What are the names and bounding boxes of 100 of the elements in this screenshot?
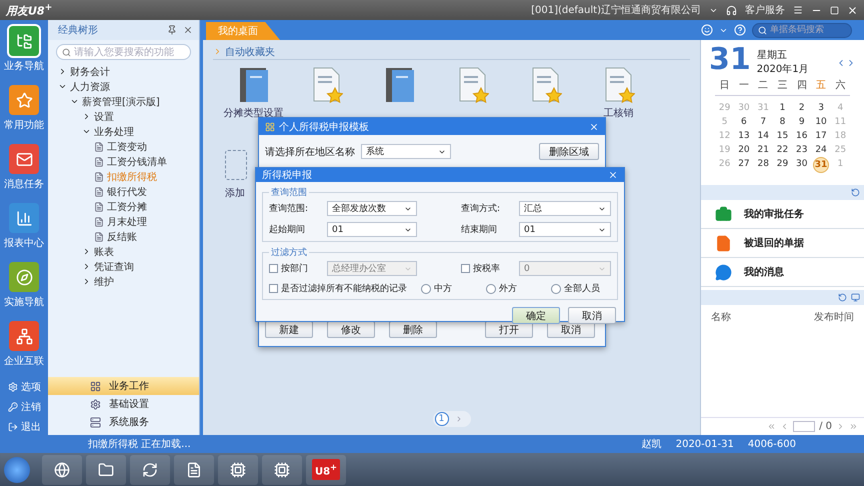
radio-label[interactable]: 中方 bbox=[434, 282, 452, 295]
task-link[interactable]: 我的审批任务 bbox=[744, 207, 804, 221]
taskbar-button[interactable] bbox=[130, 454, 170, 484]
refresh-icon[interactable] bbox=[838, 293, 847, 302]
close-icon[interactable] bbox=[608, 170, 618, 180]
dialog-button[interactable]: 删除 bbox=[389, 321, 437, 338]
tree-item[interactable]: 设置 bbox=[94, 110, 114, 124]
refresh-icon[interactable] bbox=[851, 188, 860, 197]
tree-item[interactable]: 月末处理 bbox=[107, 214, 147, 228]
ok-button[interactable]: 确定 bbox=[512, 307, 560, 324]
tree-item[interactable]: 工资变动 bbox=[107, 140, 147, 154]
tree-item[interactable]: 人力资源 bbox=[70, 80, 110, 94]
add-label[interactable]: 添加 bbox=[225, 186, 245, 200]
delete-region-button[interactable]: 删除区域 bbox=[539, 143, 599, 160]
report-icon[interactable] bbox=[9, 203, 39, 233]
tree-item[interactable]: 工资分摊 bbox=[107, 200, 147, 214]
calendar-date[interactable]: 15 bbox=[774, 129, 790, 142]
calendar-date[interactable]: 30 bbox=[794, 157, 810, 170]
search-field[interactable]: 请输入您要搜索的功能 bbox=[56, 44, 191, 60]
pin-icon[interactable] bbox=[167, 25, 177, 35]
calendar-date[interactable]: 22 bbox=[774, 143, 790, 156]
help-icon[interactable] bbox=[734, 24, 746, 36]
start-button[interactable] bbox=[4, 456, 30, 482]
dialog-button[interactable]: 新建 bbox=[265, 321, 313, 338]
calendar-date[interactable]: 16 bbox=[794, 129, 810, 142]
query-select[interactable]: 01 bbox=[519, 222, 611, 237]
compass-icon[interactable] bbox=[9, 262, 39, 292]
query-select[interactable]: 全部发放次数 bbox=[327, 201, 417, 216]
chevron-right-icon[interactable] bbox=[82, 262, 91, 271]
calendar-date[interactable]: 20 bbox=[736, 143, 752, 156]
shortcut-label[interactable]: 工核销 bbox=[604, 106, 634, 120]
tree-item[interactable]: 业务处理 bbox=[94, 124, 134, 138]
book-icon[interactable] bbox=[384, 66, 416, 104]
network-icon[interactable] bbox=[9, 321, 39, 351]
page-dot[interactable]: 1 bbox=[434, 412, 448, 426]
nav-link[interactable]: 注销 bbox=[21, 400, 41, 414]
book-icon[interactable] bbox=[238, 66, 270, 104]
calendar-date[interactable]: 10 bbox=[813, 115, 830, 128]
calendar-date[interactable]: 8 bbox=[774, 115, 790, 128]
module-tab[interactable]: 系统服务 bbox=[48, 413, 199, 431]
radio-button[interactable] bbox=[486, 284, 496, 294]
taskbar-button[interactable] bbox=[218, 454, 258, 484]
calendar-date[interactable]: 13 bbox=[736, 129, 752, 142]
monitor-icon[interactable] bbox=[851, 293, 860, 302]
nav-link[interactable]: 退出 bbox=[21, 420, 41, 434]
radio-label[interactable]: 外方 bbox=[499, 282, 517, 295]
calendar-date[interactable]: 7 bbox=[755, 115, 772, 128]
nav-label[interactable]: 实施导航 bbox=[4, 295, 44, 309]
document-star-icon[interactable] bbox=[530, 66, 562, 104]
close-icon[interactable] bbox=[847, 4, 858, 16]
calendar-date[interactable]: 17 bbox=[813, 129, 830, 142]
document-star-icon[interactable] bbox=[310, 66, 342, 104]
query-select[interactable]: 01 bbox=[327, 222, 417, 237]
restore-icon[interactable] bbox=[830, 6, 839, 14]
nav-label[interactable]: 业务导航 bbox=[4, 59, 44, 73]
folder-tree-icon[interactable] bbox=[9, 26, 39, 56]
close-icon[interactable] bbox=[589, 122, 599, 132]
dialog-button[interactable]: 修改 bbox=[327, 321, 375, 338]
tree-item[interactable]: 银行代发 bbox=[107, 184, 147, 198]
task-link[interactable]: 被退回的单据 bbox=[744, 236, 804, 250]
document-star-icon[interactable] bbox=[602, 66, 634, 104]
calendar-date[interactable]: 2 bbox=[794, 101, 810, 114]
nav-link[interactable]: 选项 bbox=[21, 380, 41, 394]
radio-button[interactable] bbox=[421, 284, 431, 294]
chevron-down-icon[interactable] bbox=[70, 97, 79, 106]
calendar-date[interactable]: 28 bbox=[755, 157, 772, 170]
first-page-icon[interactable] bbox=[767, 422, 776, 431]
radio-button[interactable] bbox=[551, 284, 561, 294]
mail-icon[interactable] bbox=[9, 144, 39, 174]
checkbox-label[interactable]: 是否过滤掉所有不能纳税的记录 bbox=[281, 282, 407, 295]
task-link[interactable]: 我的消息 bbox=[744, 265, 784, 279]
module-tab[interactable]: 基础设置 bbox=[48, 395, 199, 413]
chevron-down-icon[interactable] bbox=[58, 82, 67, 91]
key-icon[interactable] bbox=[8, 402, 18, 412]
customer-service-link[interactable]: 客户服务 bbox=[745, 3, 785, 17]
tree-item[interactable]: 反结账 bbox=[107, 230, 137, 244]
calendar-date[interactable]: 6 bbox=[736, 115, 752, 128]
chevron-right-icon[interactable] bbox=[58, 67, 67, 76]
calendar-date[interactable]: 3 bbox=[813, 101, 830, 114]
taskbar-button[interactable] bbox=[262, 454, 302, 484]
headset-icon[interactable] bbox=[726, 4, 737, 16]
region-select[interactable]: 系统 bbox=[361, 144, 451, 159]
radio-label[interactable]: 全部人员 bbox=[564, 282, 600, 295]
taskbar-button[interactable] bbox=[174, 454, 214, 484]
nav-label[interactable]: 常用功能 bbox=[4, 118, 44, 132]
chevron-down-icon[interactable] bbox=[82, 127, 91, 136]
chevron-right-icon[interactable] bbox=[82, 277, 91, 286]
document-star-icon[interactable] bbox=[456, 66, 488, 104]
taskbar-button[interactable]: U8$^{+}$ bbox=[306, 454, 346, 484]
calendar-date[interactable]: 24 bbox=[813, 143, 830, 156]
last-page-icon[interactable] bbox=[849, 422, 858, 431]
tree-item[interactable]: 凭证查询 bbox=[94, 260, 134, 274]
gear-icon[interactable] bbox=[8, 382, 18, 392]
next-icon[interactable] bbox=[836, 422, 845, 431]
module-tab[interactable]: 业务工作 bbox=[48, 377, 199, 395]
tree-item[interactable]: 财务会计 bbox=[70, 64, 110, 78]
nav-label[interactable]: 报表中心 bbox=[4, 236, 44, 250]
query-select[interactable]: 汇总 bbox=[519, 201, 611, 216]
calendar-date[interactable]: 14 bbox=[755, 129, 772, 142]
taskbar-button[interactable] bbox=[86, 454, 126, 484]
